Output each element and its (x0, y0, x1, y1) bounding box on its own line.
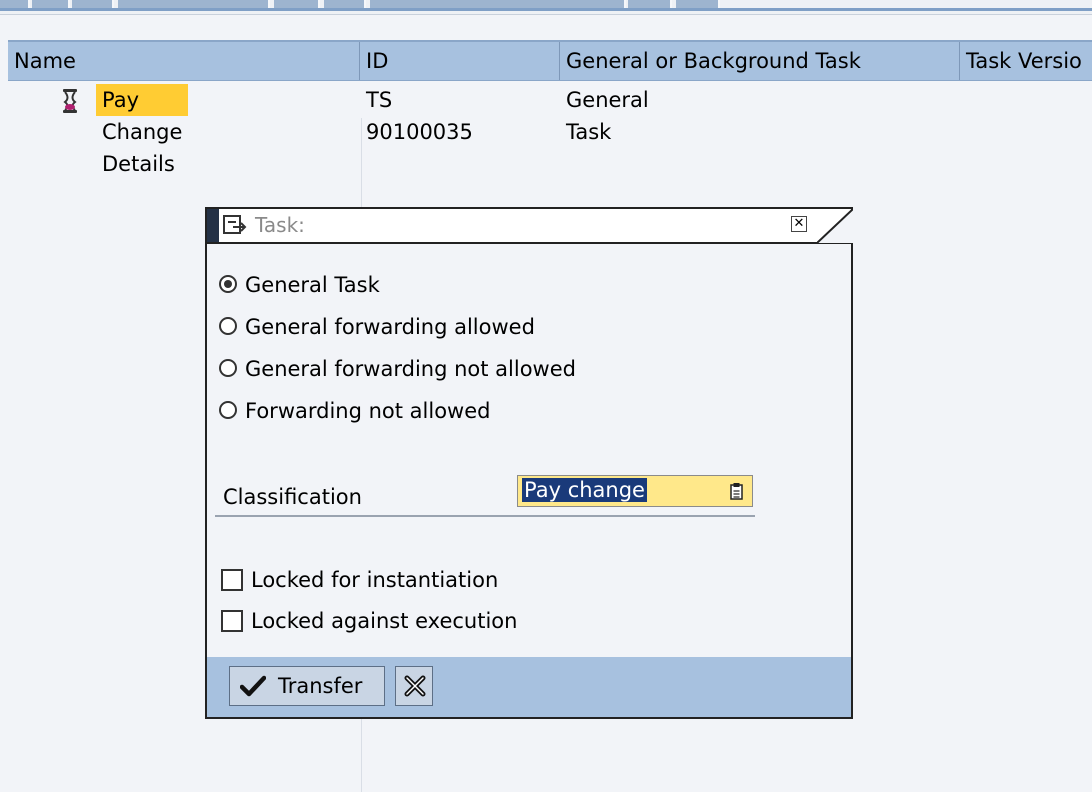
cancel-x-icon (404, 675, 426, 697)
column-header-id[interactable]: ID (360, 42, 560, 80)
radio-label: General forwarding not allowed (245, 357, 576, 381)
radio-label: General Task (245, 273, 380, 297)
checkbox[interactable] (221, 610, 243, 632)
radio-button[interactable] (219, 317, 237, 335)
toolbar-button[interactable] (72, 0, 114, 8)
toolbar-button[interactable] (32, 0, 70, 8)
dialog-footer: Transfer (207, 657, 851, 717)
transfer-label: Transfer (278, 674, 363, 698)
checkbox-label: Locked against execution (251, 609, 518, 633)
classification-row: Classification Pay change (215, 475, 755, 517)
classification-value[interactable]: Pay change (522, 478, 647, 502)
classification-input[interactable]: Pay change (517, 475, 753, 507)
column-header-task-type[interactable]: General or Background Task (560, 42, 960, 80)
column-header-task-version[interactable]: Task Versio (960, 42, 1092, 80)
toolbar-divider (0, 8, 1092, 11)
checkbox-label: Locked for instantiation (251, 568, 499, 592)
application-toolbar (0, 0, 1092, 15)
task-name-cell[interactable]: Pay Change Details (96, 84, 189, 176)
toolbar-button[interactable] (274, 0, 320, 8)
column-header-name[interactable]: Name (8, 42, 360, 80)
radio-label: General forwarding allowed (245, 315, 535, 339)
task-dialog: Task: ✕ General Task General forwarding … (205, 207, 853, 719)
checkbox[interactable] (221, 569, 243, 591)
transfer-button[interactable]: Transfer (229, 666, 385, 706)
title-bar-accent (207, 209, 219, 242)
task-node-icon (63, 89, 77, 113)
radio-button[interactable] (219, 401, 237, 419)
toolbar-button[interactable] (628, 0, 672, 8)
toolbar-button[interactable] (0, 0, 30, 8)
toolbar-button[interactable] (324, 0, 366, 8)
dialog-title: Task: (255, 213, 305, 237)
radio-button[interactable] (219, 359, 237, 377)
task-type-cell: General Task (566, 88, 649, 144)
grid-header: Name ID General or Background Task Task … (8, 40, 1092, 81)
cancel-button[interactable] (395, 666, 433, 706)
radio-label: Forwarding not allowed (245, 399, 491, 423)
close-icon[interactable]: ✕ (791, 216, 807, 232)
task-id-cell: TS 90100035 (366, 88, 473, 144)
toolbar-button[interactable] (370, 0, 626, 8)
value-help-icon[interactable] (730, 482, 743, 500)
dialog-title-bar[interactable]: Task: ✕ (207, 209, 853, 244)
radio-button-selected[interactable] (219, 275, 237, 293)
toolbar-button[interactable] (676, 0, 720, 8)
classification-label: Classification (223, 485, 362, 509)
toolbar-button[interactable] (118, 0, 270, 8)
checkmark-icon (240, 675, 266, 697)
title-bar-corner (817, 209, 853, 243)
dialog-window-icon (223, 215, 247, 234)
